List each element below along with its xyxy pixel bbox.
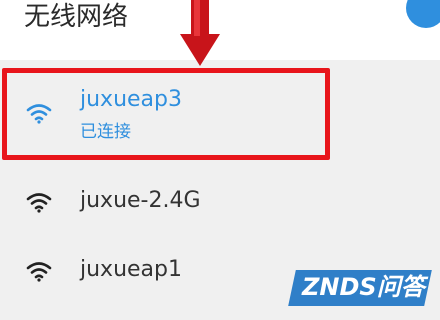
network-ssid: juxueap1 — [80, 257, 182, 282]
highlight-box — [2, 68, 330, 160]
wifi-icon — [26, 262, 52, 282]
network-item-juxue-2.4g[interactable]: juxue-2.4G — [0, 170, 440, 232]
wifi-settings-screen: 无线网络 juxueap3 已连接 juxue-2.4G juxueap1 ZN… — [0, 0, 440, 320]
watermark-logo: ZNDS问答 — [288, 268, 432, 308]
page-title: 无线网络 — [24, 2, 129, 32]
watermark-text: ZNDS问答 — [302, 273, 425, 301]
network-ssid: juxue-2.4G — [80, 188, 201, 213]
wifi-toggle[interactable] — [406, 0, 440, 28]
wifi-icon — [26, 193, 52, 213]
down-arrow-icon — [180, 0, 220, 66]
